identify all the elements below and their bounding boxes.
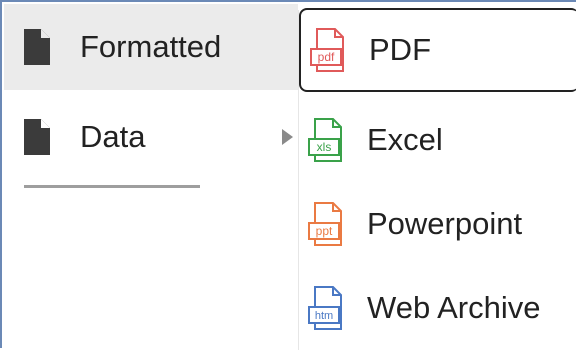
format-submenu: pdf PDF xls Excel ppt Powerpoint htm Web… [298,8,576,350]
menu-item-formatted[interactable]: Formatted [4,4,298,90]
submenu-arrow-icon [282,129,293,145]
svg-text:ppt: ppt [316,224,333,238]
submenu-item-excel[interactable]: xls Excel [299,98,576,182]
submenu-item-pdf[interactable]: pdf PDF [299,8,576,92]
web-archive-file-icon: htm [308,286,342,330]
submenu-item-label: PDF [369,32,431,67]
pdf-file-icon: pdf [310,28,344,72]
document-icon [24,119,50,155]
svg-text:htm: htm [315,310,333,322]
menu-item-label: Data [80,119,146,154]
submenu-item-label: Excel [367,122,443,157]
menu-item-data[interactable]: Data [4,94,298,180]
svg-text:pdf: pdf [318,50,335,64]
menu-frame: Formatted Data pdf PDF xls Excel ppt Pow… [0,0,576,350]
menu-item-label: Formatted [80,29,222,64]
powerpoint-file-icon: ppt [308,202,342,246]
excel-file-icon: xls [308,118,342,162]
export-menu: Formatted Data [4,4,298,350]
submenu-item-powerpoint[interactable]: ppt Powerpoint [299,182,576,266]
submenu-item-web-archive[interactable]: htm Web Archive [299,266,576,350]
menu-divider [24,185,200,188]
document-icon [24,29,50,65]
submenu-item-label: Powerpoint [367,206,523,241]
svg-text:xls: xls [317,140,332,154]
submenu-item-label: Web Archive [367,290,541,325]
